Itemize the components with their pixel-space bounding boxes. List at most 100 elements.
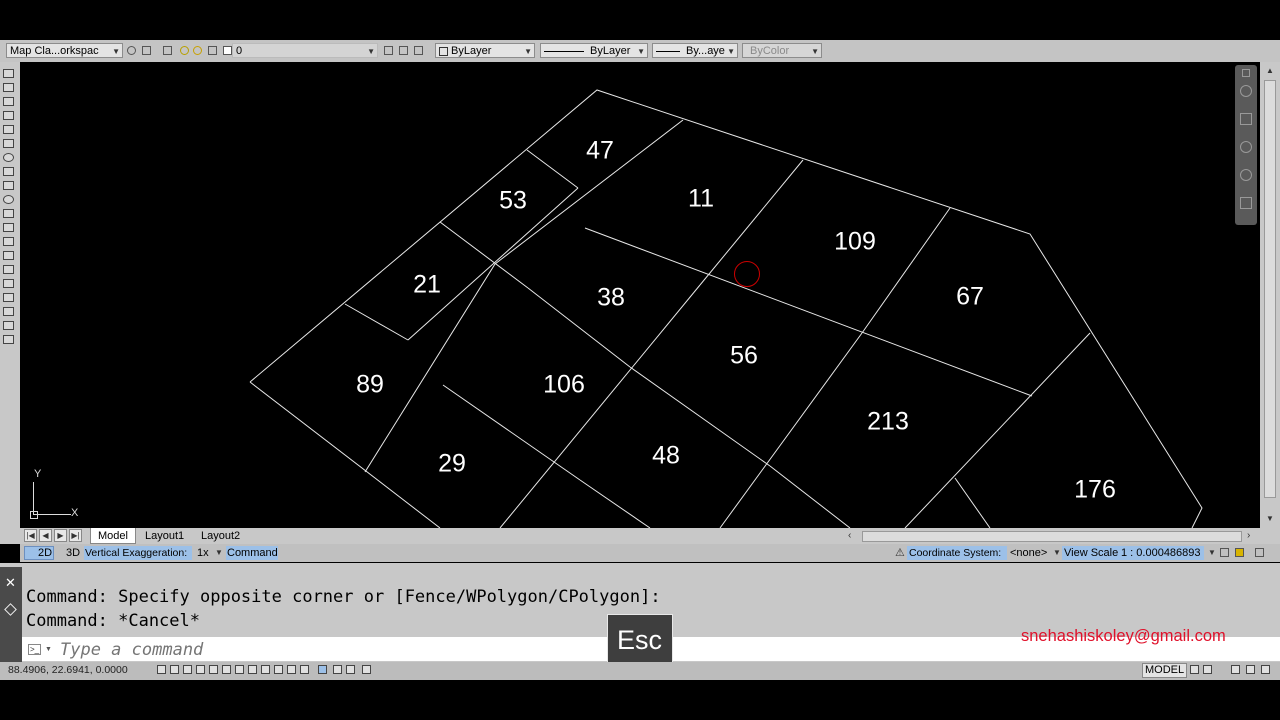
hatch-icon[interactable]	[3, 265, 14, 274]
layer-dropdown[interactable]: 0 ▼	[232, 43, 378, 58]
cursor-coordinates[interactable]: 88.4906, 22.6941, 0.0000	[8, 664, 128, 676]
plotstyle-value: ByColor	[750, 45, 790, 57]
orbit-icon[interactable]	[1240, 169, 1252, 181]
chevron-down-icon[interactable]: ▼	[1208, 548, 1216, 557]
command-window-grip[interactable]: ✕	[0, 567, 22, 663]
pan-icon[interactable]	[1240, 113, 1252, 125]
revision-cloud-icon[interactable]	[3, 167, 14, 176]
chevron-down-icon: ▼	[524, 47, 532, 56]
region-icon[interactable]	[3, 293, 14, 302]
linetype-dropdown[interactable]: ByLayer ▼	[540, 43, 648, 58]
mode-3d-button[interactable]: 3D	[66, 546, 80, 560]
layer-states-icon[interactable]	[414, 46, 423, 55]
lineweight-dropdown[interactable]: By...aye ▼	[652, 43, 738, 58]
customize-icon[interactable]	[1255, 548, 1264, 557]
sun-icon[interactable]	[193, 46, 202, 55]
annotation-monitor-icon[interactable]	[362, 665, 371, 674]
dynamic-input-icon[interactable]	[274, 665, 283, 674]
first-tab-icon[interactable]: |◀	[24, 529, 37, 542]
command-prompt-icon[interactable]: >_	[28, 644, 41, 655]
insert-block-icon[interactable]	[3, 223, 14, 232]
coordinate-system-value[interactable]: <none>	[1010, 546, 1047, 560]
layer-properties-icon[interactable]	[163, 46, 172, 55]
object-snap-tracking-icon[interactable]	[248, 665, 257, 674]
scroll-left-arrow-icon[interactable]: ‹	[848, 530, 851, 541]
steering-wheel-icon[interactable]	[1240, 85, 1252, 97]
construction-line-icon[interactable]	[3, 83, 14, 92]
wrench-icon[interactable]	[4, 603, 17, 616]
table-icon[interactable]	[3, 307, 14, 316]
plus-icon[interactable]	[300, 665, 309, 674]
quick-view-layouts-icon[interactable]	[1190, 665, 1199, 674]
view-scale-value[interactable]: 1 : 0.000486893	[1121, 546, 1201, 560]
grid-display-icon[interactable]	[183, 665, 192, 674]
chevron-down-icon[interactable]: ▼	[45, 646, 52, 653]
showmotion-icon[interactable]	[1240, 197, 1252, 209]
scroll-right-arrow-icon[interactable]: ›	[1247, 530, 1250, 541]
toolbar-lock-icon[interactable]	[1246, 665, 1255, 674]
quick-properties-icon[interactable]	[333, 665, 342, 674]
last-tab-icon[interactable]: ▶|	[69, 529, 82, 542]
layer-previous-icon[interactable]	[399, 46, 408, 55]
parcel-label: 38	[597, 283, 625, 312]
ellipse-icon[interactable]	[3, 195, 14, 204]
match-layer-icon[interactable]	[384, 46, 393, 55]
make-block-icon[interactable]	[3, 237, 14, 246]
color-square-icon	[223, 46, 232, 55]
quick-view-drawings-icon[interactable]	[1203, 665, 1212, 674]
horizontal-scroll-thumb[interactable]	[862, 531, 1242, 542]
lock-icon[interactable]	[208, 46, 217, 55]
object-snap-icon[interactable]	[222, 665, 231, 674]
transparency-icon[interactable]	[318, 665, 327, 674]
selection-cycling-icon[interactable]	[346, 665, 355, 674]
drawing-canvas[interactable]: 47 53 11 109 21 38 67 56 89 106 213 29 4…	[20, 62, 1260, 528]
chevron-down-icon[interactable]: ▼	[1053, 548, 1061, 557]
dynamic-ucs-icon[interactable]	[261, 665, 270, 674]
chevron-down-icon[interactable]: ▼	[215, 548, 223, 557]
tab-layout2[interactable]: Layout2	[201, 529, 240, 543]
infer-constraints-icon[interactable]	[157, 665, 166, 674]
lineweight-toggle-icon[interactable]	[287, 665, 296, 674]
circle-icon[interactable]	[3, 153, 14, 162]
chevron-down-icon: ▼	[637, 47, 645, 56]
previous-tab-icon[interactable]: ◀	[39, 529, 52, 542]
snap-mode-icon[interactable]	[170, 665, 179, 674]
add-selected-icon[interactable]	[3, 335, 14, 344]
polyline-icon[interactable]	[3, 97, 14, 106]
workspace-dropdown[interactable]: Map Cla...orkspac ▼	[6, 43, 123, 58]
bulb-icon[interactable]	[180, 46, 189, 55]
vertical-scroll-thumb[interactable]	[1264, 80, 1276, 498]
multiline-text-icon[interactable]	[3, 321, 14, 330]
parcel-label: 106	[543, 370, 585, 399]
3d-object-snap-icon[interactable]	[235, 665, 244, 674]
vertical-exaggeration-value[interactable]: 1x	[197, 546, 209, 560]
ortho-mode-icon[interactable]	[196, 665, 205, 674]
arc-icon[interactable]	[3, 139, 14, 148]
lock-icon[interactable]	[1220, 548, 1229, 557]
line-tool-icon[interactable]	[3, 69, 14, 78]
fullscreen-icon[interactable]	[1261, 665, 1270, 674]
gradient-icon[interactable]	[3, 279, 14, 288]
color-dropdown[interactable]: ByLayer ▼	[435, 43, 535, 58]
chevron-down-icon: ▼	[367, 47, 375, 56]
polar-tracking-icon[interactable]	[209, 665, 218, 674]
scroll-down-arrow-icon[interactable]: ▼	[1266, 514, 1274, 523]
zoom-icon[interactable]	[1240, 141, 1252, 153]
rectangle-icon[interactable]	[3, 125, 14, 134]
vertical-scrollbar[interactable]: ▲ ▼	[1260, 62, 1280, 528]
workspace-settings-icon[interactable]	[142, 46, 151, 55]
map-tools-icon[interactable]	[1235, 548, 1244, 557]
gear-icon[interactable]	[127, 46, 136, 55]
polygon-icon[interactable]	[3, 111, 14, 120]
command-input[interactable]	[58, 639, 582, 661]
next-tab-icon[interactable]: ▶	[54, 529, 67, 542]
workspace-switching-icon[interactable]	[1231, 665, 1240, 674]
tab-layout1[interactable]: Layout1	[145, 529, 184, 543]
spline-icon[interactable]	[3, 181, 14, 190]
scroll-up-arrow-icon[interactable]: ▲	[1266, 66, 1274, 75]
ellipse-arc-icon[interactable]	[3, 209, 14, 218]
command-mode-label[interactable]: Command	[227, 546, 278, 560]
close-icon[interactable]: ✕	[5, 575, 16, 591]
navbar-close-icon[interactable]	[1242, 69, 1250, 77]
point-icon[interactable]	[3, 251, 14, 260]
